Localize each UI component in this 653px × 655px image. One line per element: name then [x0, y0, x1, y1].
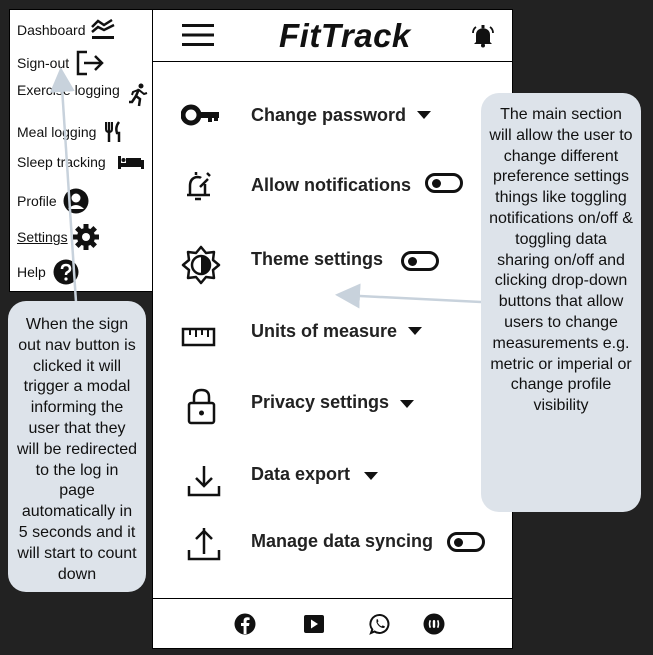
dropdown-caret-icon[interactable] [408, 327, 422, 335]
sidebar-item-label: Profile [17, 193, 57, 209]
setting-label: Manage data syncing [251, 531, 434, 551]
app-footer [153, 598, 512, 648]
app-title: FitTrack [279, 17, 411, 54]
running-icon [128, 83, 148, 112]
ruler-icon [181, 326, 217, 353]
dashboard-icon [90, 19, 116, 41]
sidebar-item-sign-out[interactable]: Sign-out [17, 50, 105, 76]
sidebar-nav: Dashboard Sign-out Exercise logging Meal… [9, 9, 153, 292]
setting-label: Change password [251, 105, 407, 125]
theme-toggle[interactable] [401, 251, 439, 271]
sidebar-item-dashboard[interactable]: Dashboard [17, 19, 116, 41]
sidebar-item-settings[interactable]: Settings [17, 223, 100, 251]
notification-bell-icon [185, 170, 213, 207]
sidebar-item-label: Exercise logging [17, 82, 120, 98]
sidebar-item-label: Help [17, 264, 46, 280]
bed-icon [117, 154, 145, 170]
upload-icon [187, 526, 221, 567]
sidebar-item-profile[interactable]: Profile [17, 188, 89, 214]
help-icon [53, 259, 79, 285]
setting-label: Units of measure [251, 321, 398, 341]
sign-out-icon [75, 50, 105, 76]
sidebar-item-label: Dashboard [17, 22, 86, 38]
dropdown-caret-icon[interactable] [400, 400, 414, 408]
setting-label: Data export [251, 464, 351, 484]
bell-icon[interactable] [471, 24, 495, 53]
sidebar-item-exercise-logging[interactable]: Exercise logging [17, 82, 120, 98]
user-icon [63, 188, 89, 214]
brightness-icon [181, 245, 221, 290]
dropdown-caret-icon[interactable] [417, 111, 431, 119]
sidebar-item-label: Settings [17, 229, 68, 245]
sign-out-annotation-note: When the sign out nav button is clicked … [8, 301, 146, 592]
lock-icon [187, 388, 217, 431]
sidebar-item-label: Sign-out [17, 55, 70, 71]
settings-annotation-note: The main section will allow the user to … [481, 93, 641, 512]
sidebar-item-label: Meal logging [17, 124, 97, 140]
youtube-icon[interactable] [303, 614, 325, 639]
setting-label: Privacy settings [251, 392, 390, 412]
gear-icon [72, 223, 100, 251]
sidebar-item-help[interactable]: Help [17, 259, 79, 285]
app-header: FitTrack [153, 10, 512, 62]
key-icon [180, 103, 221, 132]
utensils-icon [104, 121, 124, 143]
facebook-icon[interactable] [234, 613, 256, 640]
hamburger-menu-icon[interactable] [182, 23, 214, 52]
download-icon [187, 464, 221, 503]
notifications-toggle[interactable] [425, 173, 463, 193]
setting-label: Theme settings [251, 249, 384, 269]
data-syncing-toggle[interactable] [447, 532, 485, 552]
app-screen: FitTrack Change password Allow notificat… [152, 9, 513, 649]
sidebar-item-meal-logging[interactable]: Meal logging [17, 121, 124, 143]
setting-label: Allow notifications [251, 175, 411, 195]
podcast-icon[interactable] [423, 613, 445, 640]
dropdown-caret-icon[interactable] [364, 472, 378, 480]
sidebar-item-sleep-tracking[interactable]: Sleep tracking [17, 154, 145, 170]
sidebar-item-label: Sleep tracking [17, 154, 106, 170]
whatsapp-icon[interactable] [369, 613, 391, 640]
